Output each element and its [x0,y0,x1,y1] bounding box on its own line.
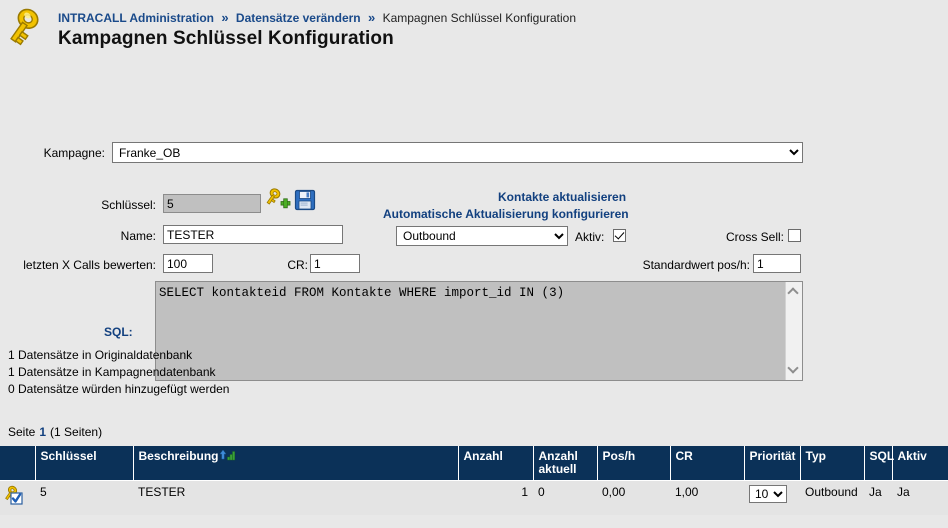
standardwert-label: Standardwert pos/h: [642,258,750,272]
results-table: Schlüssel Beschreibung Anzahl Anzahl akt… [0,446,948,515]
cell-cr: 1,00 [670,480,744,515]
breadcrumb-item-datensaetze-veraendern[interactable]: Datensätze verändern [236,11,361,25]
cell-beschreibung: TESTER [133,480,458,515]
breadcrumb-separator-2: » [367,10,376,25]
breadcrumb-separator-1: » [221,10,229,25]
column-header-beschreibung[interactable]: Beschreibung [133,446,459,481]
page-title: Kampagnen Schlüssel Konfiguration [58,28,394,49]
column-header-anzahl-aktuell-label: Anzahl aktuell [538,449,578,476]
cr-label: CR: [287,258,308,272]
sort-asc-icon[interactable] [219,449,237,462]
sql-textarea[interactable]: SELECT kontakteid FROM Kontakte WHERE im… [155,281,803,381]
schluessel-label: Schlüssel: [101,198,156,212]
standardwert-input[interactable] [753,254,801,273]
table-header-row: Schlüssel Beschreibung Anzahl Anzahl akt… [0,446,948,481]
column-header-beschreibung-label: Beschreibung [138,449,219,463]
column-header-typ[interactable]: Typ [800,446,865,481]
breadcrumb-item-intracall-administration[interactable]: INTRACALL Administration [58,11,214,25]
calls-label: letzten X Calls bewerten: [23,258,156,272]
cross-sell-checkbox[interactable] [788,229,801,242]
save-disk-icon[interactable] [294,189,316,211]
cell-anzahl: 1 [458,480,533,515]
schluessel-input[interactable] [163,194,261,213]
typ-select[interactable]: Outbound [396,226,568,246]
table-row: 5 TESTER 1 0 0,00 1,00 10 Outbound Ja Ja [0,480,948,515]
column-header-sql-label: SQL [869,449,895,463]
scroll-down-icon[interactable] [789,363,798,372]
kontakte-aktualisieren-link[interactable]: Kontakte aktualisieren [498,190,626,204]
column-header-anzahl[interactable]: Anzahl [458,446,534,481]
status-messages: 1 Datensätze in Originaldatenbank 1 Date… [8,347,229,398]
row-select-cell[interactable] [0,480,35,515]
sql-textarea-value: SELECT kontakteid FROM Kontakte WHERE im… [159,286,565,300]
page-header: INTRACALL Administration » Datensätze ve… [0,0,948,62]
column-header-pos-h[interactable]: Pos/h [597,446,671,481]
cell-typ: Outbound [800,480,864,515]
key-check-icon[interactable] [5,485,27,505]
sql-scrollbar[interactable] [785,282,802,380]
column-header-aktiv-label: Aktiv [897,449,927,463]
name-label: Name: [120,229,156,243]
breadcrumb: INTRACALL Administration » Datensätze ve… [58,10,576,25]
sql-label: SQL: [104,325,133,339]
scroll-up-icon[interactable] [789,288,798,297]
column-header-anzahl-label: Anzahl [463,449,503,463]
cr-input[interactable] [310,254,360,273]
name-input[interactable] [163,225,343,244]
aktiv-label: Aktiv: [575,230,605,244]
calls-input[interactable] [163,254,213,273]
column-header-pos-h-label: Pos/h [602,449,636,463]
cell-prioritaet[interactable]: 10 [744,480,800,515]
cross-sell-label: Cross Sell: [725,230,784,244]
column-header-prioritaet-label: Priorität [749,449,796,463]
column-header-schluessel-label: Schlüssel [40,449,97,463]
cell-aktiv: Ja [892,480,948,515]
column-header-sql[interactable]: SQL [864,446,895,481]
status-line-hinzugefuegt: 0 Datensätze würden hinzugefügt werden [8,382,230,396]
column-header-aktiv[interactable]: Aktiv [892,446,948,481]
status-line-original: 1 Datensätze in Originaldatenbank [8,348,193,362]
paging-prefix: Seite [8,425,36,439]
column-header-select [0,446,36,481]
cell-sql: Ja [864,480,892,515]
paging-suffix: (1 Seiten) [50,425,103,439]
cell-anzahl-aktuell: 0 [533,480,597,515]
kampagne-label: Kampagne: [43,146,105,160]
key-add-icon[interactable] [265,188,291,214]
column-header-schluessel[interactable]: Schlüssel [35,446,134,481]
column-header-cr[interactable]: CR [670,446,745,481]
kampagne-select[interactable]: Franke_OB [112,142,803,163]
paging-bar: Seite 1 (1 Seiten) [8,425,102,439]
automatische-aktualisierung-link[interactable]: Automatische Aktualisierung konfiguriere… [383,207,629,221]
column-header-cr-label: CR [675,449,693,463]
key-icon [10,8,39,46]
breadcrumb-item-current: Kampagnen Schlüssel Konfiguration [382,11,577,25]
status-line-kampagnen: 1 Datensätze in Kampagnendatenbank [8,365,216,379]
column-header-anzahl-aktuell[interactable]: Anzahl aktuell [533,446,598,481]
cell-pos-h: 0,00 [597,480,670,515]
aktiv-checkbox[interactable] [613,229,626,242]
paging-current-page[interactable]: 1 [39,425,46,439]
configuration-form: Kampagne: Franke_OB Schlüssel: Kontakte … [0,62,948,381]
column-header-typ-label: Typ [805,449,826,463]
column-header-prioritaet[interactable]: Priorität [744,446,801,481]
cell-schluessel: 5 [35,480,133,515]
prioritaet-select[interactable]: 10 [749,485,787,503]
